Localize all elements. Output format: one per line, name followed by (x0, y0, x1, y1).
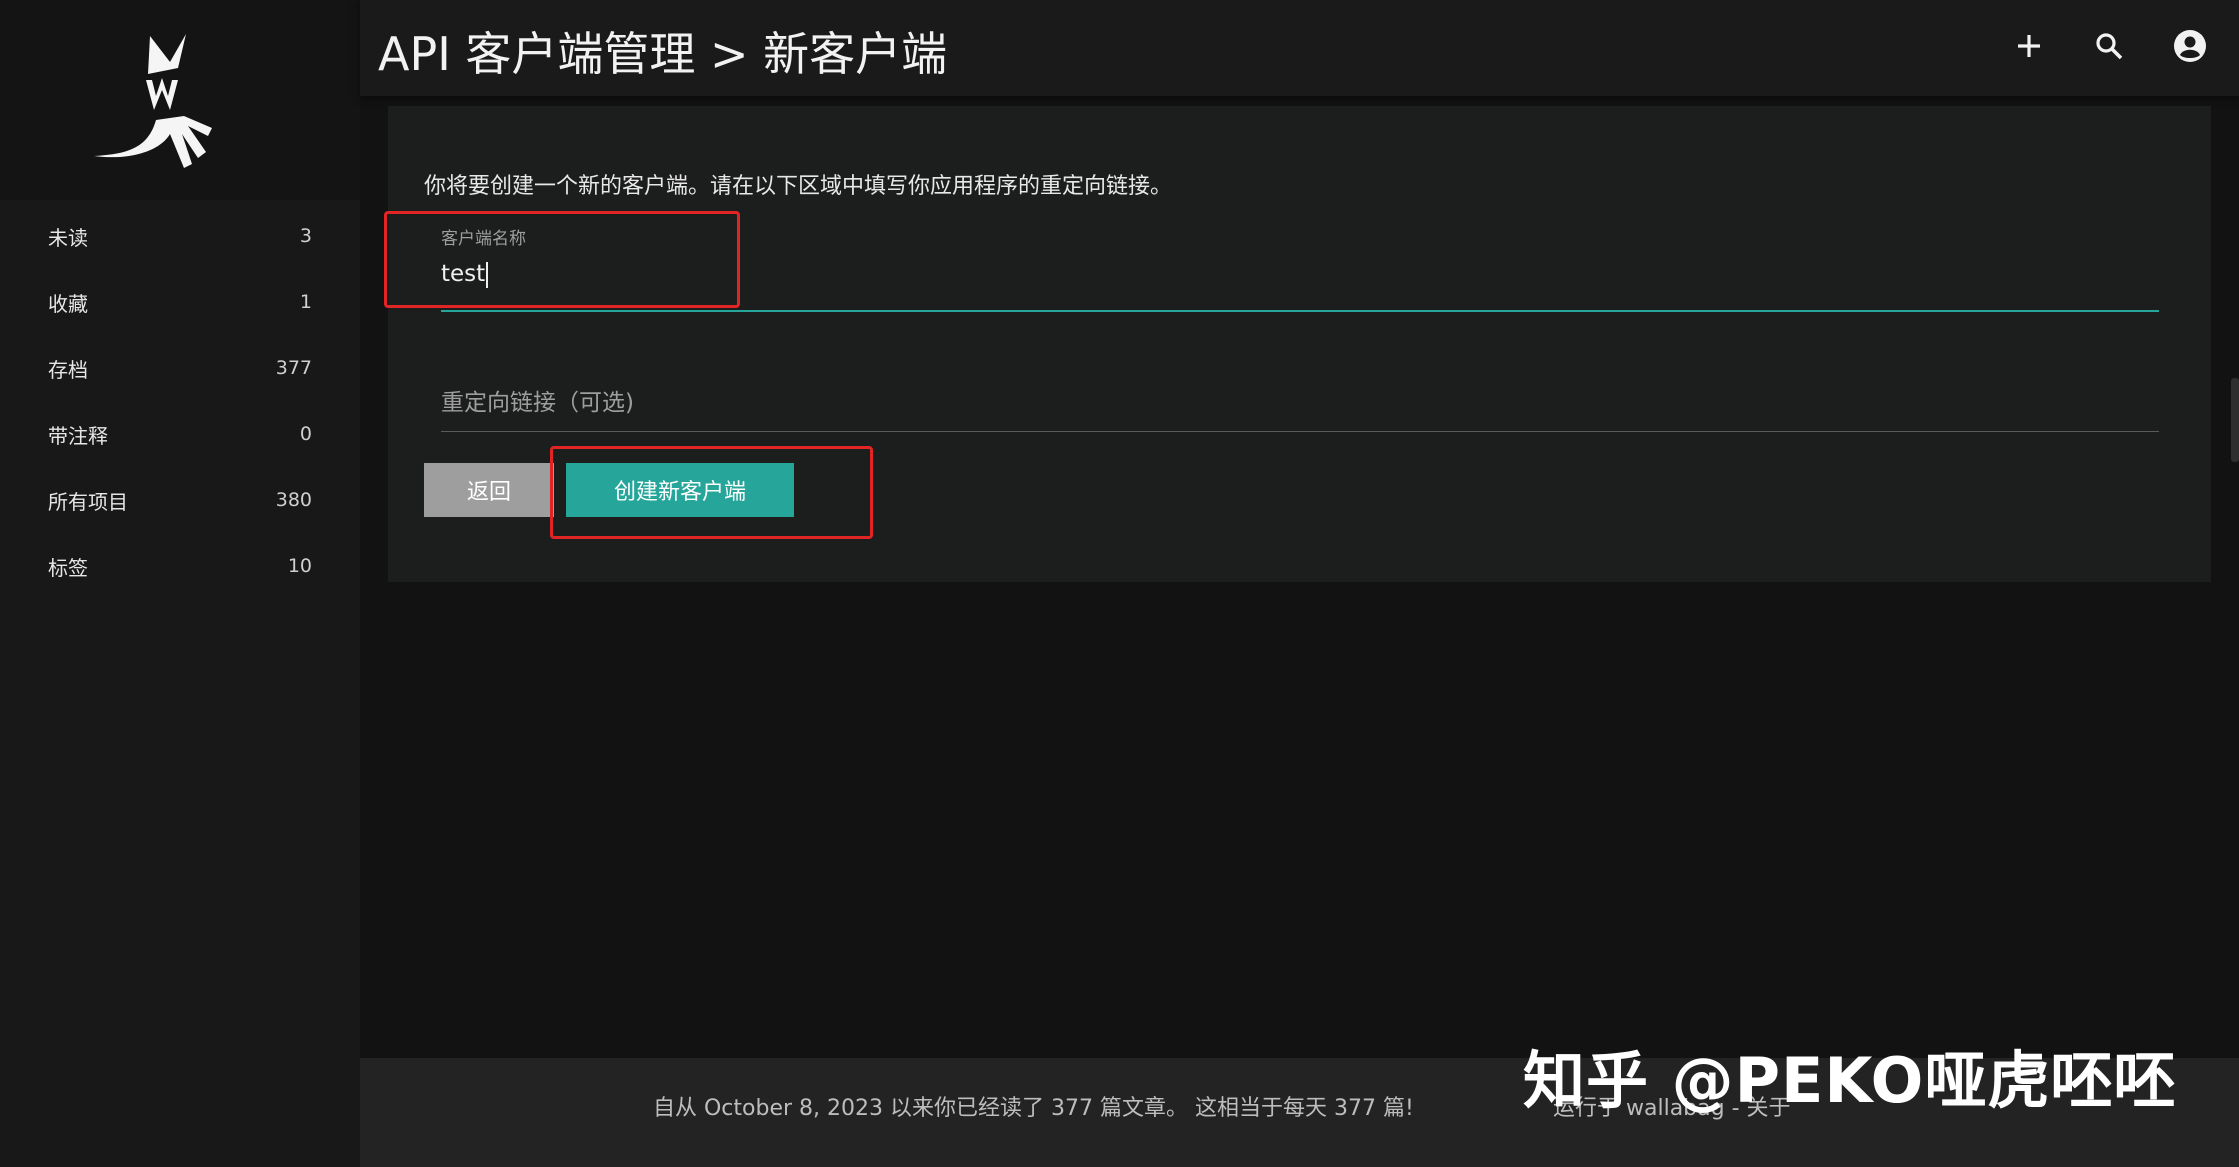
client-name-underline (441, 310, 2159, 312)
scrollbar-handle[interactable] (2231, 378, 2239, 462)
annotation-box-client-name (384, 211, 740, 308)
sidebar-item-annotated[interactable]: 带注释 0 (0, 401, 360, 467)
sidebar-item-label: 未读 (48, 225, 88, 250)
sidebar-item-count: 0 (299, 423, 312, 445)
sidebar-item-archive[interactable]: 存档 377 (0, 335, 360, 401)
wallabag-logo-icon[interactable] (88, 28, 228, 178)
sidebar-item-label: 所有项目 (48, 489, 128, 514)
sidebar-nav: 未读 3 收藏 1 存档 377 带注释 0 所有项目 380 标签 10 (0, 203, 360, 599)
sidebar-item-count: 377 (275, 357, 312, 379)
sidebar-item-count: 3 (299, 225, 312, 247)
reading-stats-text: 自从 October 8, 2023 以来你已经读了 377 篇文章。 这相当于… (653, 1096, 1414, 1121)
sidebar-item-tags[interactable]: 标签 10 (0, 533, 360, 599)
sidebar-item-label: 标签 (48, 555, 88, 580)
search-icon[interactable] (2089, 26, 2129, 66)
top-bar: API 客户端管理 > 新客户端 (360, 0, 2239, 96)
sidebar-item-starred[interactable]: 收藏 1 (0, 269, 360, 335)
page-title: API 客户端管理 > 新客户端 (378, 27, 948, 81)
add-icon[interactable] (2009, 26, 2049, 66)
annotation-box-create-button (550, 446, 873, 539)
account-icon[interactable] (2170, 26, 2210, 66)
sidebar-item-label: 带注释 (48, 423, 108, 448)
sidebar-item-label: 收藏 (48, 291, 88, 316)
sidebar-item-unread[interactable]: 未读 3 (0, 203, 360, 269)
sidebar-item-count: 10 (287, 555, 312, 577)
sidebar-item-all[interactable]: 所有项目 380 (0, 467, 360, 533)
sidebar-item-count: 380 (275, 489, 312, 511)
redirect-uri-underline (441, 431, 2159, 432)
sidebar-item-label: 存档 (48, 357, 88, 382)
form-intro-text: 你将要创建一个新的客户端。请在以下区域中填写你应用程序的重定向链接。 (424, 174, 1173, 199)
sidebar: 未读 3 收藏 1 存档 377 带注释 0 所有项目 380 标签 10 (0, 0, 360, 1167)
back-button[interactable]: 返回 (424, 463, 554, 517)
sidebar-item-count: 1 (299, 291, 312, 313)
logo-area[interactable] (0, 0, 360, 200)
redirect-uri-input[interactable]: 重定向链接（可选) (441, 383, 634, 417)
watermark-text: 知乎 @PEKO哑虎呸呸 (1523, 1044, 2177, 1117)
